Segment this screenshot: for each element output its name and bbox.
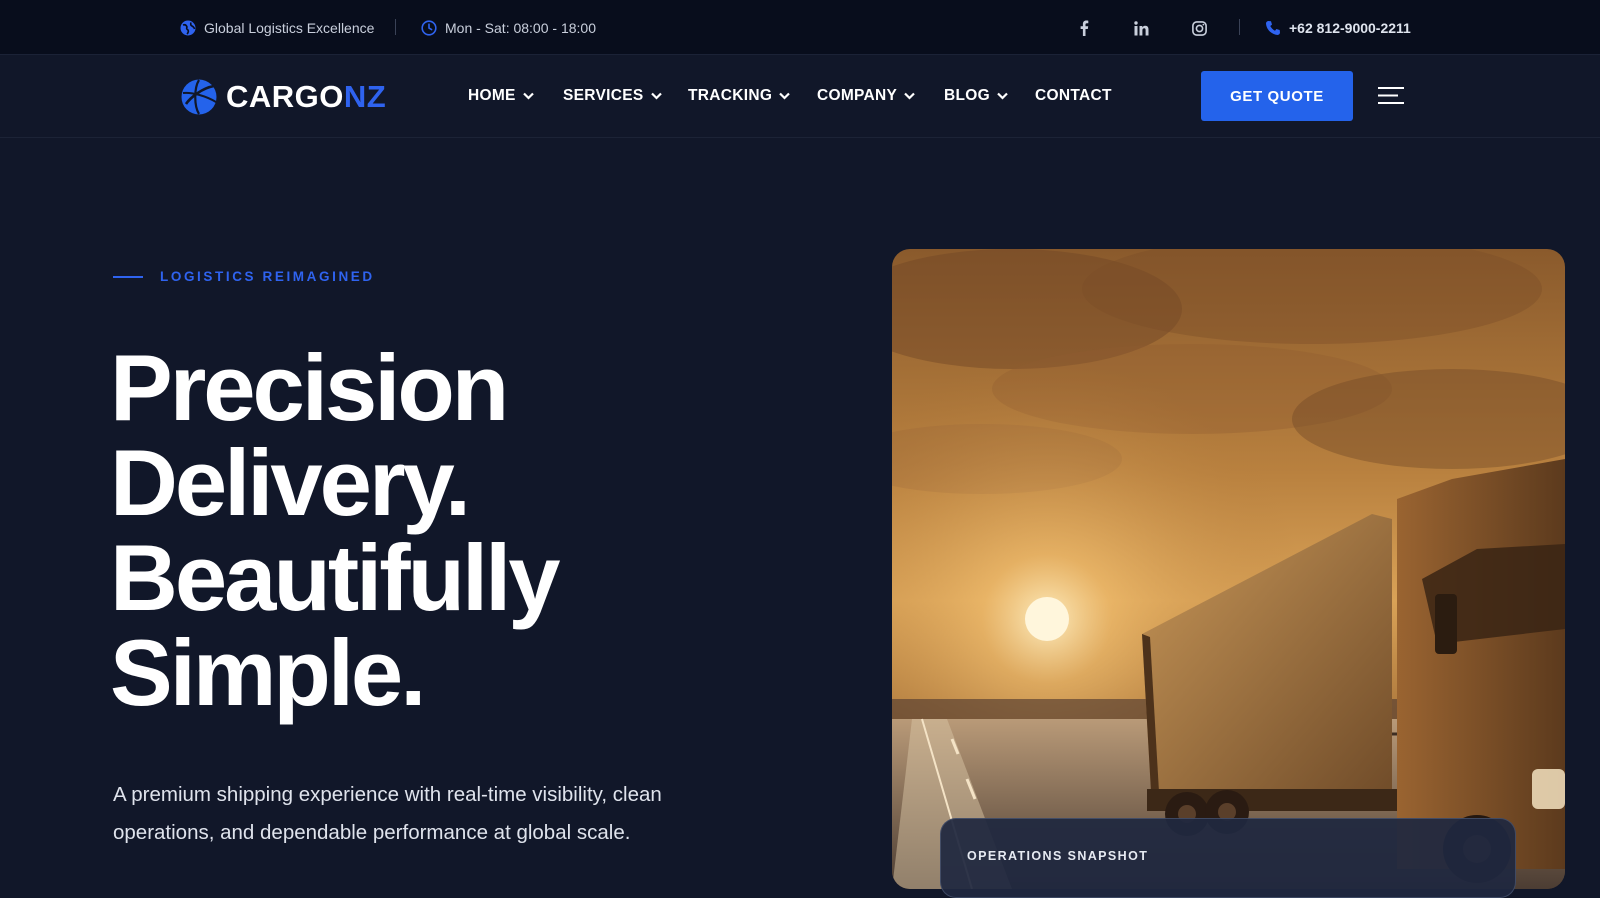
nav-label: TRACKING xyxy=(688,87,773,104)
snapshot-label: OPERATIONS SNAPSHOT xyxy=(967,849,1149,863)
eyebrow-line xyxy=(113,275,143,278)
nav-contact[interactable]: CONTACT xyxy=(1035,55,1112,137)
clock-icon xyxy=(421,19,437,36)
top-info-bar: Global Logistics Excellence Mon - Sat: 0… xyxy=(0,0,1600,55)
hours-item: Mon - Sat: 08:00 - 18:00 xyxy=(421,0,596,55)
nav-label: SERVICES xyxy=(563,87,644,104)
chevron-down-icon xyxy=(522,92,534,100)
hero-headline: Precision Delivery. Beautifully Simple. xyxy=(110,340,810,720)
facebook-link[interactable] xyxy=(1073,17,1095,39)
main-navbar: CARGONZ HOME SERVICES TRACKING COMPANY B… xyxy=(0,55,1600,138)
phone-number: +62 812-9000-2211 xyxy=(1289,19,1411,36)
linkedin-link[interactable] xyxy=(1130,17,1152,39)
nav-services[interactable]: SERVICES xyxy=(563,55,662,137)
menu-toggle-button[interactable] xyxy=(1378,85,1406,107)
chevron-down-icon xyxy=(779,92,790,100)
chevron-down-icon xyxy=(650,92,662,100)
tagline-item: Global Logistics Excellence xyxy=(180,0,374,55)
nav-label: COMPANY xyxy=(817,87,898,104)
hamburger-icon xyxy=(1378,87,1404,104)
nav-label: HOME xyxy=(468,87,516,104)
headline-line: Beautifully xyxy=(110,525,561,630)
globe-icon xyxy=(180,20,196,35)
hero-eyebrow: LOGISTICS REIMAGINED xyxy=(113,269,375,284)
eyebrow-text: LOGISTICS REIMAGINED xyxy=(160,269,375,284)
hero-subtitle: A premium shipping experience with real-… xyxy=(113,783,662,844)
instagram-link[interactable] xyxy=(1188,17,1210,39)
nav-home[interactable]: HOME xyxy=(468,55,534,137)
divider xyxy=(395,19,396,35)
hours-text: Mon - Sat: 08:00 - 18:00 xyxy=(445,19,596,36)
tagline-text: Global Logistics Excellence xyxy=(204,19,375,36)
sunset-truck-illustration xyxy=(892,249,1565,889)
phone-icon xyxy=(1266,20,1280,35)
operations-snapshot-card: OPERATIONS SNAPSHOT xyxy=(940,818,1516,898)
hero-truck-image xyxy=(892,249,1565,889)
brand-name: CARGONZ xyxy=(226,79,387,114)
brand-logo[interactable]: CARGONZ xyxy=(180,78,386,116)
divider xyxy=(1239,19,1240,35)
globe-logo-icon xyxy=(181,79,217,115)
headline-line: Precision xyxy=(110,335,509,440)
headline-line: Simple. xyxy=(110,620,426,725)
nav-label: BLOG xyxy=(944,87,990,104)
chevron-down-icon xyxy=(904,92,915,100)
phone-link[interactable]: +62 812-9000-2211 xyxy=(1265,0,1411,55)
facebook-icon xyxy=(1080,20,1089,36)
instagram-icon xyxy=(1191,20,1207,36)
nav-blog[interactable]: BLOG xyxy=(944,55,1008,137)
linkedin-icon xyxy=(1133,20,1148,35)
nav-tracking[interactable]: TRACKING xyxy=(688,55,790,137)
get-quote-button[interactable]: GET QUOTE xyxy=(1201,71,1353,121)
nav-company[interactable]: COMPANY xyxy=(817,55,915,137)
chevron-down-icon xyxy=(997,92,1008,100)
nav-label: CONTACT xyxy=(1035,87,1112,104)
headline-line: Delivery. xyxy=(110,430,471,535)
